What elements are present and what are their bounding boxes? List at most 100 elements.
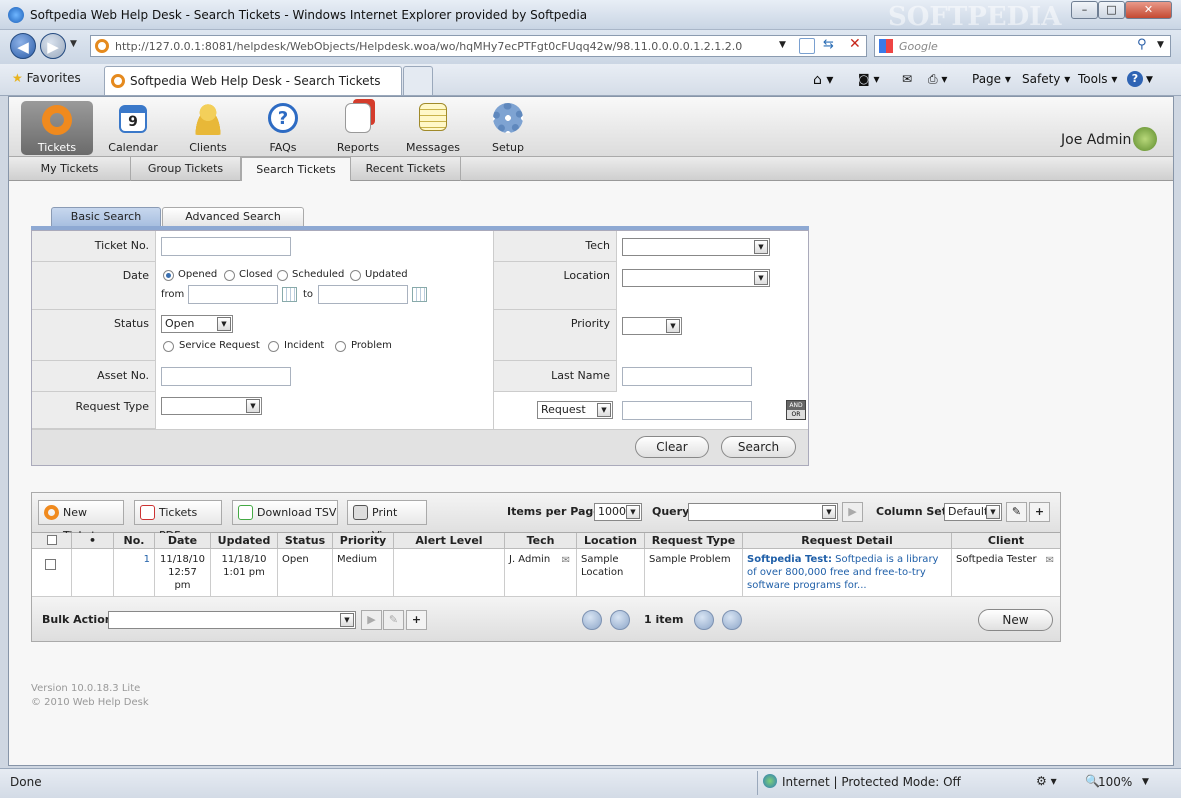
close-button[interactable]: ✕ (1125, 1, 1172, 19)
row-checkbox[interactable] (45, 559, 56, 570)
new-button[interactable]: New (978, 609, 1053, 631)
print-icon[interactable]: ⎙ ▾ (928, 72, 947, 87)
back-button[interactable]: ◀ (10, 33, 36, 59)
last-page-button[interactable] (722, 610, 742, 630)
edit-bulk-action-button[interactable]: ✎ (383, 610, 404, 630)
forward-button[interactable]: ▶ (40, 33, 66, 59)
search-button[interactable]: Search (721, 436, 796, 458)
stop-icon[interactable]: ✕ (849, 36, 861, 52)
favorites-button[interactable]: ★ Favorites (12, 71, 81, 85)
url-dropdown-icon[interactable]: ▼ (779, 40, 786, 50)
history-dropdown-icon[interactable]: ▼ (70, 39, 77, 49)
clear-button[interactable]: Clear (635, 436, 709, 458)
location-select[interactable]: ▼ (622, 269, 770, 287)
minimize-button[interactable]: – (1071, 1, 1098, 19)
mail-icon[interactable]: ✉ (902, 72, 912, 86)
maximize-button[interactable]: □ (1098, 1, 1125, 19)
calendar-picker-icon[interactable] (412, 287, 427, 302)
column-header-date[interactable]: Date (155, 533, 211, 549)
toolbar-reports[interactable]: Reports (322, 101, 394, 155)
new-ticket-button[interactable]: New Ticket (38, 500, 124, 542)
asset-no-input[interactable] (161, 367, 291, 386)
column-header-request-detail[interactable]: Request Detail (743, 533, 952, 549)
type-incident-radio[interactable] (268, 341, 279, 352)
toolbar-faqs[interactable]: ? FAQs (247, 101, 319, 155)
tools-menu[interactable]: Tools ▾ (1078, 72, 1117, 86)
search-icon[interactable]: ⚲ (1137, 37, 1147, 52)
date-closed-radio[interactable] (224, 270, 235, 281)
items-per-page-select[interactable]: 1000 ▼ (594, 503, 642, 521)
logout-icon[interactable] (1133, 127, 1157, 151)
protected-mode-icon[interactable]: ⚙ ▾ (1036, 774, 1057, 788)
column-header-client[interactable]: Client (952, 533, 1060, 549)
row-ticket-no[interactable]: 1 (114, 549, 155, 597)
type-problem-radio[interactable] (335, 341, 346, 352)
date-scheduled-radio[interactable] (277, 270, 288, 281)
request-value-input[interactable] (622, 401, 752, 420)
envelope-icon[interactable]: ✉ (1046, 554, 1054, 567)
feeds-icon[interactable]: ◙ ▾ (858, 72, 879, 86)
search-box[interactable]: Google ⚲ ▼ (874, 35, 1171, 57)
help-icon[interactable]: ? (1127, 71, 1143, 87)
last-name-input[interactable] (622, 367, 752, 386)
add-bulk-action-button[interactable]: + (406, 610, 427, 630)
select-all-checkbox[interactable] (46, 535, 57, 545)
subtab-group-tickets[interactable]: Group Tickets (131, 157, 241, 181)
priority-select[interactable]: ▼ (622, 317, 682, 335)
address-bar[interactable]: http://127.0.0.1:8081/helpdesk/WebObject… (90, 35, 867, 57)
request-field-select[interactable]: Request ▼ (537, 401, 613, 419)
toolbar-clients[interactable]: Clients (172, 101, 244, 155)
toolbar-setup[interactable]: Setup (472, 101, 544, 155)
run-query-button[interactable]: ▶ (842, 502, 863, 522)
column-header-bullet[interactable]: • (72, 533, 114, 549)
next-page-button[interactable] (694, 610, 714, 630)
bulk-action-select[interactable]: ▼ (108, 611, 356, 629)
toolbar-tickets[interactable]: Tickets (21, 101, 93, 155)
run-bulk-action-button[interactable]: ▶ (361, 610, 382, 630)
search-dropdown-icon[interactable]: ▼ (1157, 40, 1164, 50)
browser-tab[interactable]: Softpedia Web Help Desk - Search Tickets (104, 66, 402, 95)
add-column-set-button[interactable]: + (1029, 502, 1050, 522)
tech-select[interactable]: ▼ (622, 238, 770, 256)
column-header-request-type[interactable]: Request Type (645, 533, 743, 549)
status-select[interactable]: Open ▼ (161, 315, 233, 333)
column-header-tech[interactable]: Tech (505, 533, 577, 549)
page-menu[interactable]: Page ▾ (972, 72, 1011, 86)
refresh-icon[interactable]: ⇆ (823, 37, 834, 52)
help-dropdown-icon[interactable]: ▼ (1146, 75, 1153, 85)
column-header-location[interactable]: Location (577, 533, 645, 549)
column-header-status[interactable]: Status (278, 533, 333, 549)
previous-page-button[interactable] (610, 610, 630, 630)
subtab-my-tickets[interactable]: My Tickets (9, 157, 131, 181)
safety-menu[interactable]: Safety ▾ (1022, 72, 1070, 86)
tab-basic-search[interactable]: Basic Search (51, 207, 161, 226)
edit-column-set-button[interactable]: ✎ (1006, 502, 1027, 522)
first-page-button[interactable] (582, 610, 602, 630)
column-set-select[interactable]: Default ▼ (944, 503, 1002, 521)
column-header-updated[interactable]: Updated (211, 533, 278, 549)
request-type-select[interactable]: ▼ (161, 397, 262, 415)
query-select[interactable]: ▼ (688, 503, 838, 521)
subtab-search-tickets[interactable]: Search Tickets (241, 157, 351, 181)
download-tsv-button[interactable]: Download TSV (232, 500, 338, 525)
tab-advanced-search[interactable]: Advanced Search (162, 207, 304, 226)
ticket-no-input[interactable] (161, 237, 291, 256)
envelope-icon[interactable]: ✉ (562, 554, 570, 567)
column-header-alert-level[interactable]: Alert Level (394, 533, 505, 549)
type-service-request-radio[interactable] (163, 341, 174, 352)
print-view-button[interactable]: Print View (347, 500, 427, 542)
column-header-no[interactable]: No. (114, 533, 155, 549)
toolbar-messages[interactable]: Messages (397, 101, 469, 155)
zoom-dropdown-icon[interactable]: ▼ (1142, 777, 1149, 787)
zoom-level[interactable]: 100% (1098, 775, 1132, 789)
date-to-input[interactable] (318, 285, 408, 304)
new-tab-button[interactable] (403, 66, 433, 95)
compat-view-icon[interactable] (799, 38, 815, 54)
and-or-toggle[interactable]: AND OR (786, 400, 806, 420)
column-header-priority[interactable]: Priority (333, 533, 394, 549)
date-from-input[interactable] (188, 285, 278, 304)
row-request-detail[interactable]: Softpedia Test: Softpedia is a library o… (743, 549, 952, 597)
home-icon[interactable]: ⌂ ▾ (813, 72, 833, 88)
calendar-picker-icon[interactable] (282, 287, 297, 302)
date-updated-radio[interactable] (350, 270, 361, 281)
